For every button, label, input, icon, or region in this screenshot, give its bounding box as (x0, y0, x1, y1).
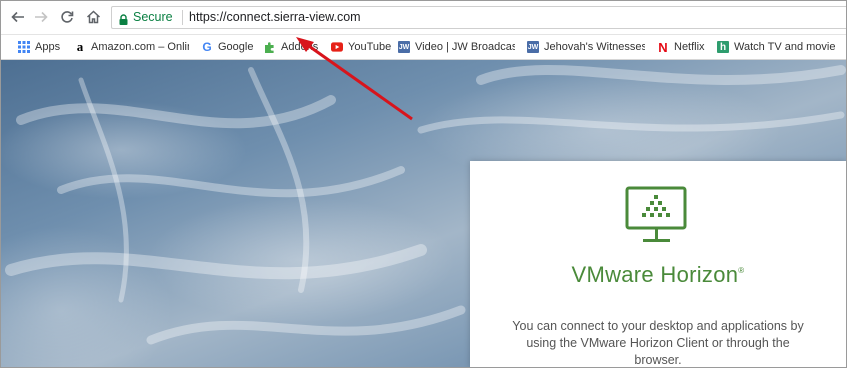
back-arrow-icon[interactable] (9, 8, 27, 26)
bookmark-label: Jehovah's Witnesses- (544, 41, 645, 53)
lock-icon (119, 12, 128, 30)
browser-toolbar: Secure https://connect.sierra-view.com (1, 1, 846, 35)
bookmark-apps[interactable]: Apps (18, 35, 60, 59)
reload-icon[interactable] (58, 8, 76, 26)
bookmark-netflix[interactable]: N Netflix (657, 35, 705, 59)
registered-mark: ® (738, 266, 745, 275)
bookmark-label: Amazon.com – Onlin (91, 41, 189, 53)
bookmark-google[interactable]: G Google (201, 35, 253, 59)
browser-window: Secure https://connect.sierra-view.com A… (0, 0, 847, 368)
bookmarks-bar: Apps a Amazon.com – Onlin G Google Addon… (1, 35, 846, 60)
jw-icon: JW (527, 41, 539, 53)
bookmark-jehovahs-witnesses[interactable]: JW Jehovah's Witnesses- (527, 35, 645, 59)
jw-icon: JW (398, 41, 410, 53)
panel-description: You can connect to your desktop and appl… (512, 319, 804, 367)
puzzle-icon (264, 41, 276, 53)
forward-arrow-icon[interactable] (32, 8, 50, 26)
monitor-logo-icon (625, 186, 687, 242)
apps-grid-icon (18, 41, 30, 53)
bookmark-jw-broadcast[interactable]: JW Video | JW Broadcast (398, 35, 515, 59)
address-bar[interactable]: Secure https://connect.sierra-view.com (111, 6, 846, 30)
vmware-horizon-panel: VMware Horizon® You can connect to your … (470, 161, 846, 367)
page-background: VMware Horizon® You can connect to your … (1, 60, 846, 367)
product-name: VMware Horizon (571, 262, 739, 287)
amazon-icon: a (76, 39, 84, 54)
youtube-icon (331, 41, 343, 53)
url-text[interactable]: https://connect.sierra-view.com (189, 10, 361, 24)
bookmark-label: Google (218, 41, 254, 53)
address-separator (182, 10, 183, 25)
h-icon: h (717, 41, 729, 53)
bookmark-addons[interactable]: Addons (264, 35, 318, 59)
secure-label: Secure (133, 10, 173, 24)
bookmark-watch-tv[interactable]: h Watch TV and movie (717, 35, 842, 59)
bookmark-amazon[interactable]: a Amazon.com – Onlin (74, 35, 189, 59)
bookmark-label: Video | JW Broadcast (415, 41, 515, 53)
bookmark-label: Netflix (674, 41, 705, 53)
netflix-icon: N (658, 39, 668, 55)
bookmark-label: Apps (35, 41, 61, 53)
bookmark-youtube[interactable]: YouTube (331, 35, 391, 59)
bookmark-label: Addons (281, 41, 319, 53)
product-title: VMware Horizon® (470, 262, 846, 288)
home-icon[interactable] (84, 8, 102, 26)
google-icon: G (202, 40, 212, 54)
bookmark-label: Watch TV and movie (734, 41, 836, 53)
bookmark-label: YouTube (348, 41, 392, 53)
